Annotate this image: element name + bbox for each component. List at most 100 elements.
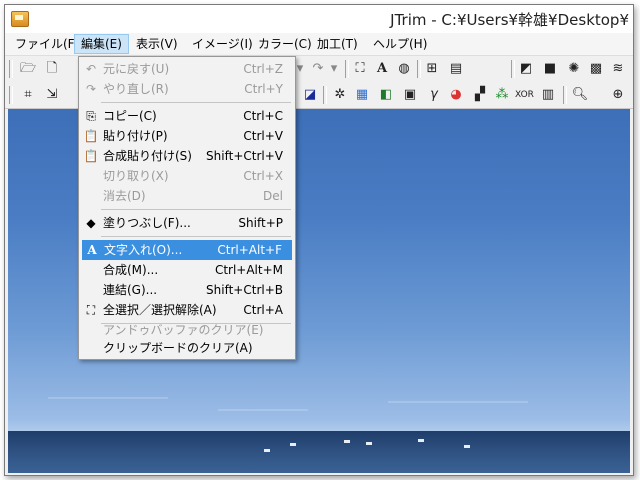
boat: [290, 443, 296, 446]
gamma-icon[interactable]: γ: [425, 86, 443, 104]
text-tool-icon[interactable]: A: [373, 60, 391, 78]
menu-item-shortcut: Shift+Ctrl+V: [206, 149, 283, 163]
new-file-icon[interactable]: 🗋: [43, 60, 61, 78]
gradient-icon[interactable]: ▥: [539, 86, 557, 104]
crop-icon[interactable]: ⌗: [19, 86, 37, 104]
zoom-in-icon[interactable]: ⊕: [609, 86, 627, 104]
rgb-channel-icon[interactable]: ⁂: [493, 86, 511, 104]
menu-item-shortcut: Ctrl+Alt+F: [217, 243, 282, 257]
menu-process[interactable]: 加工(T): [311, 35, 364, 53]
menu-item-fill[interactable]: ◆ 塗りつぶし(F)... Shift+P: [81, 213, 293, 233]
cloud-streak: [218, 409, 308, 411]
menu-item-label: 合成貼り付け(S): [103, 149, 192, 163]
hue-icon[interactable]: ◧: [377, 86, 395, 104]
starburst-icon[interactable]: ✺: [565, 60, 583, 78]
menu-item-label: 貼り付け(P): [103, 129, 168, 143]
menu-item-text-insert[interactable]: A 文字入れ(O)... Ctrl+Alt+F: [82, 240, 292, 260]
wave-icon[interactable]: ≋: [609, 60, 627, 78]
menu-item-paste[interactable]: 📋 貼り付け(P) Ctrl+V: [81, 126, 293, 146]
select-all-icon: ⛶: [86, 303, 96, 317]
menu-item-label: 切り取り(X): [103, 169, 169, 183]
menu-item-label: やり直し(R): [103, 82, 169, 96]
menu-item-label: 連結(G)...: [103, 283, 158, 297]
menu-item-label: 元に戻す(U): [103, 62, 170, 76]
app-logo-icon: [11, 11, 29, 27]
toolbar-grip[interactable]: [9, 86, 13, 104]
menu-edit[interactable]: 編集(E): [74, 34, 129, 54]
menu-item-shortcut: Del: [263, 189, 283, 203]
select-all-icon[interactable]: ⛶: [351, 60, 369, 78]
toolbar-separator: [323, 86, 327, 104]
toolbar-grip[interactable]: [9, 60, 13, 78]
menu-item-delete[interactable]: 消去(D) Del: [81, 186, 293, 206]
mosaic-icon[interactable]: ▩: [587, 60, 605, 78]
sphere-icon[interactable]: ◍: [395, 60, 413, 78]
text-insert-icon: A: [87, 243, 97, 257]
menu-item-label: 塗りつぶし(F)...: [103, 216, 191, 230]
menu-item-undo[interactable]: ↶ 元に戻す(U) Ctrl+Z: [81, 59, 293, 79]
checker-icon[interactable]: ▞: [471, 86, 489, 104]
film-strip-icon[interactable]: ▤: [447, 60, 465, 78]
menu-item-shortcut: Ctrl+Alt+M: [214, 263, 283, 277]
title-bar: JTrim - C:¥Users¥幹雄¥Desktop¥: [5, 5, 633, 34]
menu-item-clear-undo-buffer[interactable]: アンドゥバッファのクリア(E): [81, 320, 293, 340]
app-window: JTrim - C:¥Users¥幹雄¥Desktop¥ ファイル(F) 編集(…: [4, 4, 634, 476]
zoom-dropdown-icon[interactable]: 🔍︎▾: [571, 86, 589, 120]
toolbar-separator: [563, 86, 567, 104]
menu-item-label: クリップボードのクリア(A): [103, 341, 253, 355]
menu-help[interactable]: ヘルプ(H): [367, 35, 433, 53]
square-icon[interactable]: ■: [541, 60, 559, 78]
contrast-icon[interactable]: ◪: [301, 86, 319, 104]
toolbar-separator: [511, 60, 515, 78]
paste-icon: 📋: [83, 129, 99, 143]
menu-item-label: 文字入れ(O)...: [104, 243, 183, 257]
menu-item-concatenate[interactable]: 連結(G)... Shift+Ctrl+B: [81, 280, 293, 300]
shadow-icon[interactable]: ◩: [517, 60, 535, 78]
menu-item-shortcut: Shift+P: [238, 216, 283, 230]
menu-separator: [101, 102, 291, 103]
menu-item-shortcut: Shift+Ctrl+B: [206, 283, 283, 297]
color-wheel-icon[interactable]: ◕: [447, 86, 465, 104]
menu-item-clear-clipboard[interactable]: クリップボードのクリア(A): [81, 338, 293, 358]
boat: [418, 439, 424, 442]
color-balance-icon[interactable]: ▦: [353, 86, 371, 104]
menu-item-copy[interactable]: ⎘ コピー(C) Ctrl+C: [81, 106, 293, 126]
sea-area: [8, 431, 630, 473]
image-picture-icon[interactable]: ▣: [401, 86, 419, 104]
menu-item-shortcut: Ctrl+X: [243, 169, 283, 183]
cloud-streak: [388, 401, 528, 403]
menu-view[interactable]: 表示(V): [130, 35, 184, 53]
menu-bar: ファイル(F) 編集(E) 表示(V) イメージ(I) カラー(C) 加工(T)…: [5, 33, 633, 56]
window-title: JTrim - C:¥Users¥幹雄¥Desktop¥: [390, 11, 629, 29]
redo-dropdown-icon[interactable]: ▾: [325, 60, 343, 78]
copy-icon: ⎘: [86, 109, 96, 123]
menu-item-label: コピー(C): [103, 109, 157, 123]
sparkle-icon[interactable]: ✲: [331, 86, 349, 104]
undo-icon: ↶: [85, 62, 97, 76]
menu-color[interactable]: カラー(C): [252, 35, 318, 53]
menu-item-select-all[interactable]: ⛶ 全選択／選択解除(A) Ctrl+A: [81, 300, 293, 320]
edit-menu-dropdown: ↶ 元に戻す(U) Ctrl+Z ↷ やり直し(R) Ctrl+Y ⎘ コピー(…: [78, 56, 296, 360]
menu-item-cut[interactable]: 切り取り(X) Ctrl+X: [81, 166, 293, 186]
boat: [344, 440, 350, 443]
boat: [366, 442, 372, 445]
resize-icon[interactable]: ⇲: [43, 86, 61, 104]
menu-item-composite-paste[interactable]: 📋 合成貼り付け(S) Shift+Ctrl+V: [81, 146, 293, 166]
composite-paste-icon: 📋: [83, 149, 99, 163]
toolbar-separator: [417, 60, 421, 78]
boat: [464, 445, 470, 448]
cloud-streak: [48, 397, 168, 399]
menu-item-shortcut: Ctrl+Z: [243, 62, 283, 76]
menu-image[interactable]: イメージ(I): [186, 35, 259, 53]
menu-item-label: アンドゥバッファのクリア(E): [103, 323, 264, 337]
tile-grid-icon[interactable]: ⊞: [423, 60, 441, 78]
xor-icon[interactable]: XOR: [515, 86, 534, 104]
open-file-icon[interactable]: 🗁: [19, 60, 37, 78]
menu-item-label: 合成(M)...: [103, 263, 159, 277]
menu-item-shortcut: Ctrl+C: [243, 109, 283, 123]
menu-item-label: 全選択／選択解除(A): [103, 303, 217, 317]
menu-item-shortcut: Ctrl+Y: [244, 82, 283, 96]
menu-item-label: 消去(D): [103, 189, 146, 203]
menu-item-redo[interactable]: ↷ やり直し(R) Ctrl+Y: [81, 79, 293, 99]
menu-item-composite[interactable]: 合成(M)... Ctrl+Alt+M: [81, 260, 293, 280]
